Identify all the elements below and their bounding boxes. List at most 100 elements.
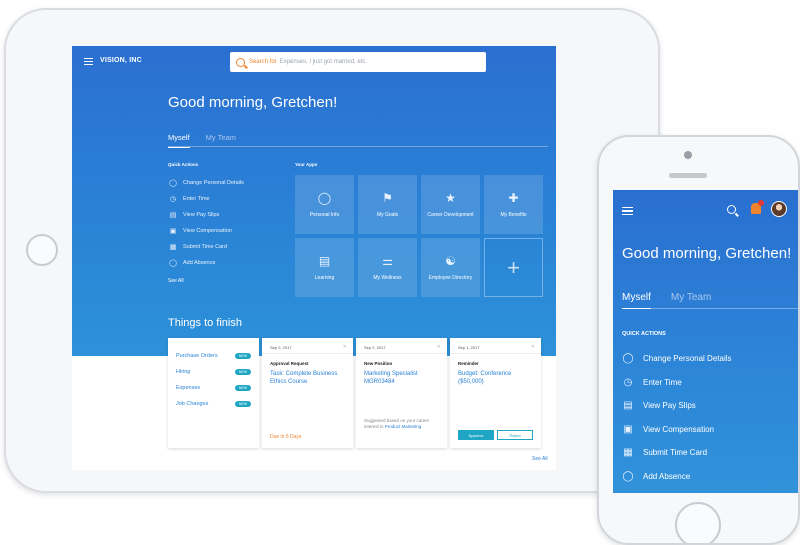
finish-item-label: Job Changes bbox=[176, 401, 209, 407]
app-tile-employee-directory[interactable]: ☯ Employee Directory bbox=[421, 238, 480, 297]
page-title: Good morning, Gretchen! bbox=[622, 245, 792, 262]
card-type: New Position bbox=[364, 361, 393, 366]
quick-action-add-absence[interactable]: ◯ Add Absence bbox=[622, 465, 732, 489]
quick-action-label: View Compensation bbox=[183, 228, 232, 234]
tablet-device: VISION, INC Search for Expenses, I just … bbox=[4, 8, 660, 493]
person-icon: ◯ bbox=[622, 353, 634, 365]
money-icon: ▣ bbox=[169, 228, 177, 235]
quick-actions-title: QUICK ACTIONS bbox=[622, 331, 666, 337]
things-to-finish-cards: Purchase Orders NEW Hiring NEW Expenses NEW… bbox=[168, 338, 541, 448]
quick-action-label: Enter Time bbox=[643, 377, 682, 387]
person-icon: ◯ bbox=[169, 180, 177, 187]
card-body-link[interactable]: Marketing Specialist MGR03484 bbox=[364, 370, 440, 387]
app-tile-learning[interactable]: ▤ Learning bbox=[295, 238, 354, 297]
card-date: Sep 2, 2017 bbox=[364, 345, 386, 350]
task-card-reminder[interactable]: Sep 1, 2017 ✕ Reminder Budget: Conferenc… bbox=[450, 338, 541, 448]
career-icon: ★ bbox=[445, 190, 456, 205]
things-see-all-link[interactable]: See All bbox=[532, 456, 548, 462]
reject-button[interactable]: Reject bbox=[497, 430, 533, 440]
quick-action-label: Add Absence bbox=[183, 260, 216, 266]
search-placeholder: Expenses, I just got married, etc. bbox=[279, 59, 368, 65]
document-icon: ▤ bbox=[623, 400, 633, 412]
menu-icon[interactable] bbox=[622, 207, 633, 215]
tablet-home-button[interactable] bbox=[26, 234, 58, 266]
quick-action-label: Change Personal Details bbox=[183, 180, 244, 186]
card-date: Sep 2, 2017 bbox=[270, 345, 292, 350]
task-card-approval-request[interactable]: Sep 2, 2017 ✕ Approval Request Task: Com… bbox=[262, 338, 353, 448]
app-label: My Goals bbox=[376, 211, 399, 218]
quick-action-submit-time-card[interactable]: ▦ Submit Time Card bbox=[622, 441, 732, 465]
quick-action-change-personal-details[interactable]: ◯ Change Personal Details bbox=[622, 347, 732, 371]
person-icon: ◯ bbox=[622, 470, 634, 482]
money-icon: ▣ bbox=[623, 423, 633, 435]
close-icon[interactable]: ✕ bbox=[531, 344, 535, 350]
things-to-finish-title: Things to finish bbox=[168, 317, 242, 329]
tablet-screen: VISION, INC Search for Expenses, I just … bbox=[72, 46, 556, 470]
card-due-text: Due in 5 Days bbox=[270, 434, 302, 440]
camera-icon bbox=[684, 151, 692, 159]
quick-action-label: View Pay Slips bbox=[643, 401, 696, 411]
app-tile-career-development[interactable]: ★ Career Development bbox=[421, 175, 480, 234]
your-apps-title: Your Apps bbox=[295, 162, 318, 167]
card-actions: Approve Reject bbox=[458, 430, 533, 440]
status-badge: NEW bbox=[234, 385, 251, 391]
quick-action-submit-time-card[interactable]: ▦ Submit Time Card bbox=[168, 239, 244, 255]
tab-myself[interactable]: Myself bbox=[622, 292, 651, 309]
menu-icon[interactable] bbox=[84, 58, 93, 65]
search-input[interactable]: Search for Expenses, I just got married,… bbox=[230, 52, 486, 72]
task-card-new-position[interactable]: Sep 2, 2017 ✕ New Position Marketing Spe… bbox=[356, 338, 447, 448]
finish-item-job-changes[interactable]: Job Changes NEW bbox=[176, 396, 251, 412]
quick-action-label: Enter Time bbox=[183, 196, 210, 202]
close-icon[interactable]: ✕ bbox=[437, 344, 441, 350]
card-date: Sep 1, 2017 bbox=[458, 345, 480, 350]
timecard-icon: ▦ bbox=[169, 244, 177, 251]
avatar[interactable] bbox=[771, 201, 787, 217]
finish-list-card: Purchase Orders NEW Hiring NEW Expenses NEW… bbox=[168, 338, 259, 448]
app-tile-my-goals[interactable]: ⚑ My Goals bbox=[358, 175, 417, 234]
app-tile-personal-info[interactable]: ◯ Personal Info bbox=[295, 175, 354, 234]
tab-my-team[interactable]: My Team bbox=[671, 292, 711, 309]
quick-action-view-pay-slips[interactable]: ▤ View Pay Slips bbox=[622, 394, 732, 418]
phone-home-button[interactable] bbox=[675, 502, 721, 543]
quick-actions-see-all-link[interactable]: See All bbox=[168, 278, 184, 284]
plus-icon: + bbox=[507, 254, 520, 280]
quick-action-view-compensation[interactable]: ▣ View Compensation bbox=[168, 223, 244, 239]
add-app-button[interactable]: + bbox=[484, 238, 543, 297]
person-icon: ◯ bbox=[317, 190, 332, 205]
search-icon[interactable] bbox=[727, 205, 736, 214]
quick-action-view-compensation[interactable]: ▣ View Compensation bbox=[622, 418, 732, 442]
app-label: Learning bbox=[314, 274, 335, 281]
app-tile-my-wellness[interactable]: ⚌ My Wellness bbox=[358, 238, 417, 297]
quick-action-enter-time[interactable]: ◷ Enter Time bbox=[168, 191, 244, 207]
timecard-icon: ▦ bbox=[623, 447, 633, 459]
finish-item-purchase-orders[interactable]: Purchase Orders NEW bbox=[176, 348, 251, 364]
approve-button[interactable]: Approve bbox=[458, 430, 494, 440]
finish-item-expenses[interactable]: Expenses NEW bbox=[176, 380, 251, 396]
app-tile-my-benefits[interactable]: ✚ My Benefits bbox=[484, 175, 543, 234]
card-body-link[interactable]: Budget: Conference ($50,000) bbox=[458, 370, 534, 387]
search-label: Search for bbox=[249, 59, 277, 65]
quick-action-change-personal-details[interactable]: ◯ Change Personal Details bbox=[168, 175, 244, 191]
quick-actions-list: ◯ Change Personal Details ◷ Enter Time ▤ Vi… bbox=[168, 175, 244, 271]
quick-action-enter-time[interactable]: ◷ Enter Time bbox=[622, 371, 732, 395]
page-title: Good morning, Gretchen! bbox=[168, 94, 338, 111]
card-note-link[interactable]: Product Marketing bbox=[385, 424, 422, 429]
close-icon[interactable]: ✕ bbox=[343, 344, 347, 350]
notification-icon[interactable] bbox=[751, 200, 764, 214]
finish-item-hiring[interactable]: Hiring NEW bbox=[176, 364, 251, 380]
quick-action-label: View Compensation bbox=[643, 424, 715, 434]
quick-action-add-absence[interactable]: ◯ Add Absence bbox=[168, 255, 244, 271]
app-label: Career Development bbox=[427, 211, 474, 218]
finish-item-label: Purchase Orders bbox=[176, 353, 218, 359]
card-body-link[interactable]: Task: Complete Business Ethics Course bbox=[270, 370, 346, 387]
quick-action-view-pay-slips[interactable]: ▤ View Pay Slips bbox=[168, 207, 244, 223]
card-type: Approval Request bbox=[270, 361, 309, 366]
quick-action-label: Change Personal Details bbox=[643, 354, 732, 364]
quick-action-label: Submit Time Card bbox=[643, 448, 708, 458]
finish-item-label: Hiring bbox=[176, 369, 191, 375]
phone-device: Good morning, Gretchen! Myself My Team Q… bbox=[597, 135, 800, 545]
person-icon: ◯ bbox=[169, 260, 177, 267]
document-icon: ▤ bbox=[169, 212, 177, 219]
book-icon: ▤ bbox=[318, 253, 331, 268]
tab-divider bbox=[622, 308, 798, 309]
